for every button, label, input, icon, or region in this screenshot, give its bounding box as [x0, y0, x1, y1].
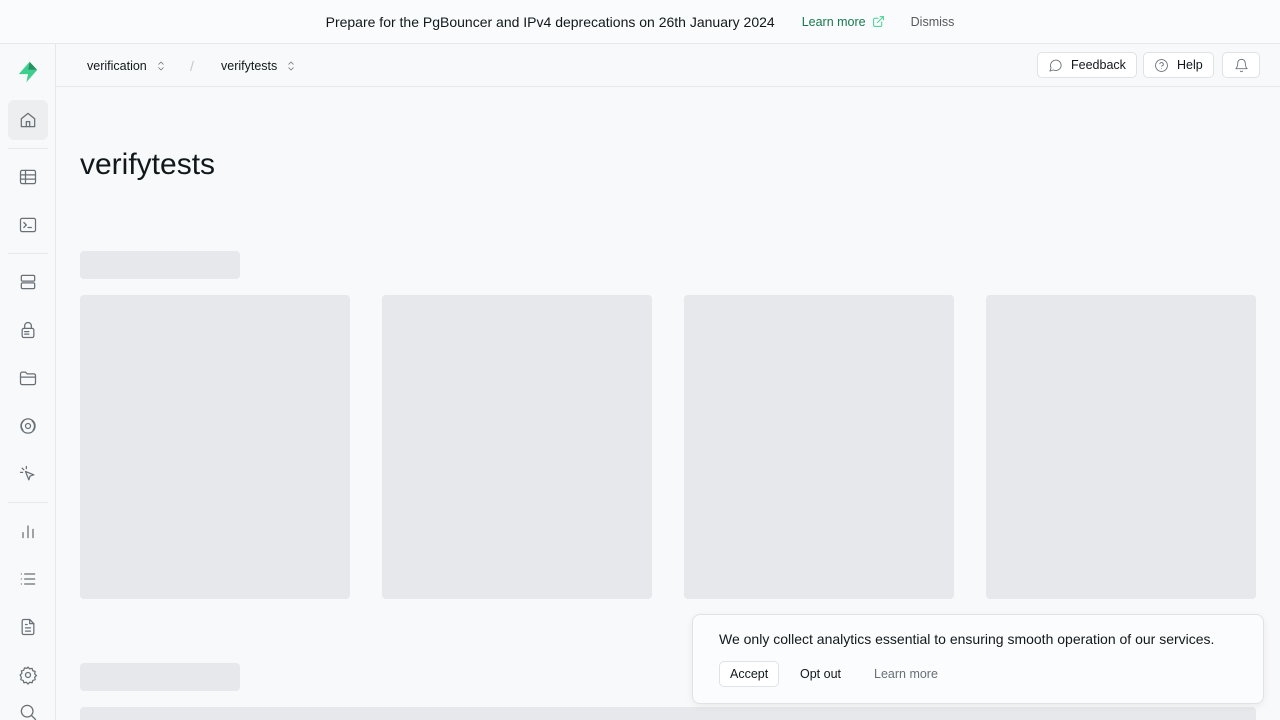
toast-message: We only collect analytics essential to e…: [719, 631, 1215, 647]
search-icon: [20, 704, 37, 720]
sidebar-item-settings[interactable]: [8, 655, 48, 695]
help-button[interactable]: Help: [1143, 52, 1214, 78]
breadcrumb-separator: /: [190, 57, 194, 74]
skeleton-block: [80, 707, 1256, 720]
sql-editor-icon: [19, 217, 37, 233]
banner-text: Prepare for the PgBouncer and IPv4 depre…: [325, 13, 775, 30]
sidebar-item-table-editor[interactable]: [8, 157, 48, 197]
opt-out-button[interactable]: Opt out: [800, 661, 841, 687]
project-selector[interactable]: verifytests: [221, 44, 297, 87]
supabase-logo-icon: [18, 61, 38, 83]
auth-icon: [21, 321, 35, 339]
page-title: verifytests: [80, 148, 216, 181]
help-circle-icon: [1155, 58, 1168, 72]
bell-icon: [1234, 58, 1248, 72]
realtime-icon: [20, 418, 36, 434]
logs-icon: [20, 573, 36, 585]
api-docs-icon: [21, 618, 35, 636]
edge-functions-icon: [19, 465, 35, 481]
skeleton-card: [80, 295, 350, 599]
project-header: verification / verifytests Feedback Help: [56, 44, 1280, 87]
sidebar-divider: [8, 253, 48, 254]
table-editor-icon: [19, 169, 37, 185]
banner-learn-more-label: Learn more: [801, 14, 866, 29]
sidebar-item-edge-functions[interactable]: [8, 454, 48, 494]
sidebar-item-database[interactable]: [8, 262, 48, 302]
sidebar-item-auth[interactable]: [8, 310, 48, 350]
skeleton-card: [382, 295, 652, 599]
feedback-button[interactable]: Feedback: [1037, 52, 1137, 78]
sidebar-item-storage[interactable]: [8, 358, 48, 398]
feedback-label: Feedback: [1071, 58, 1126, 72]
settings-icon: [19, 666, 38, 685]
sidebar: [0, 44, 56, 720]
chevrons-up-down-icon: [157, 60, 164, 71]
toast-learn-more-link[interactable]: Learn more: [874, 661, 938, 687]
sidebar-item-api-docs[interactable]: [8, 607, 48, 647]
announcement-banner: Prepare for the PgBouncer and IPv4 depre…: [0, 0, 1280, 44]
external-link-icon: [872, 16, 884, 27]
storage-icon: [19, 371, 37, 386]
skeleton-heading: [80, 663, 240, 691]
analytics-consent-toast: We only collect analytics essential to e…: [692, 614, 1264, 704]
sidebar-item-logs[interactable]: [8, 559, 48, 599]
sidebar-item-reports[interactable]: [8, 511, 48, 551]
sidebar-item-sql-editor[interactable]: [8, 205, 48, 245]
sidebar-divider: [8, 148, 48, 149]
logo[interactable]: [8, 52, 48, 92]
notifications-button[interactable]: [1222, 52, 1260, 78]
sidebar-item-search[interactable]: [8, 692, 48, 720]
org-selector[interactable]: verification: [87, 44, 167, 87]
org-name: verification: [87, 58, 147, 73]
chevrons-up-down-icon: [288, 60, 295, 71]
sidebar-item-home[interactable]: [8, 100, 48, 140]
sidebar-item-realtime[interactable]: [8, 406, 48, 446]
home-icon: [20, 112, 36, 128]
project-name: verifytests: [221, 58, 278, 73]
database-icon: [20, 274, 36, 290]
banner-learn-more-link[interactable]: Learn more: [802, 15, 885, 29]
skeleton-heading: [80, 251, 240, 279]
sidebar-divider: [8, 502, 48, 503]
message-circle-icon: [1049, 59, 1062, 72]
help-label: Help: [1177, 58, 1203, 72]
reports-icon: [22, 525, 34, 539]
skeleton-card: [986, 295, 1256, 599]
skeleton-card: [684, 295, 954, 599]
accept-button[interactable]: Accept: [719, 661, 780, 687]
banner-dismiss-button[interactable]: Dismiss: [911, 15, 955, 29]
